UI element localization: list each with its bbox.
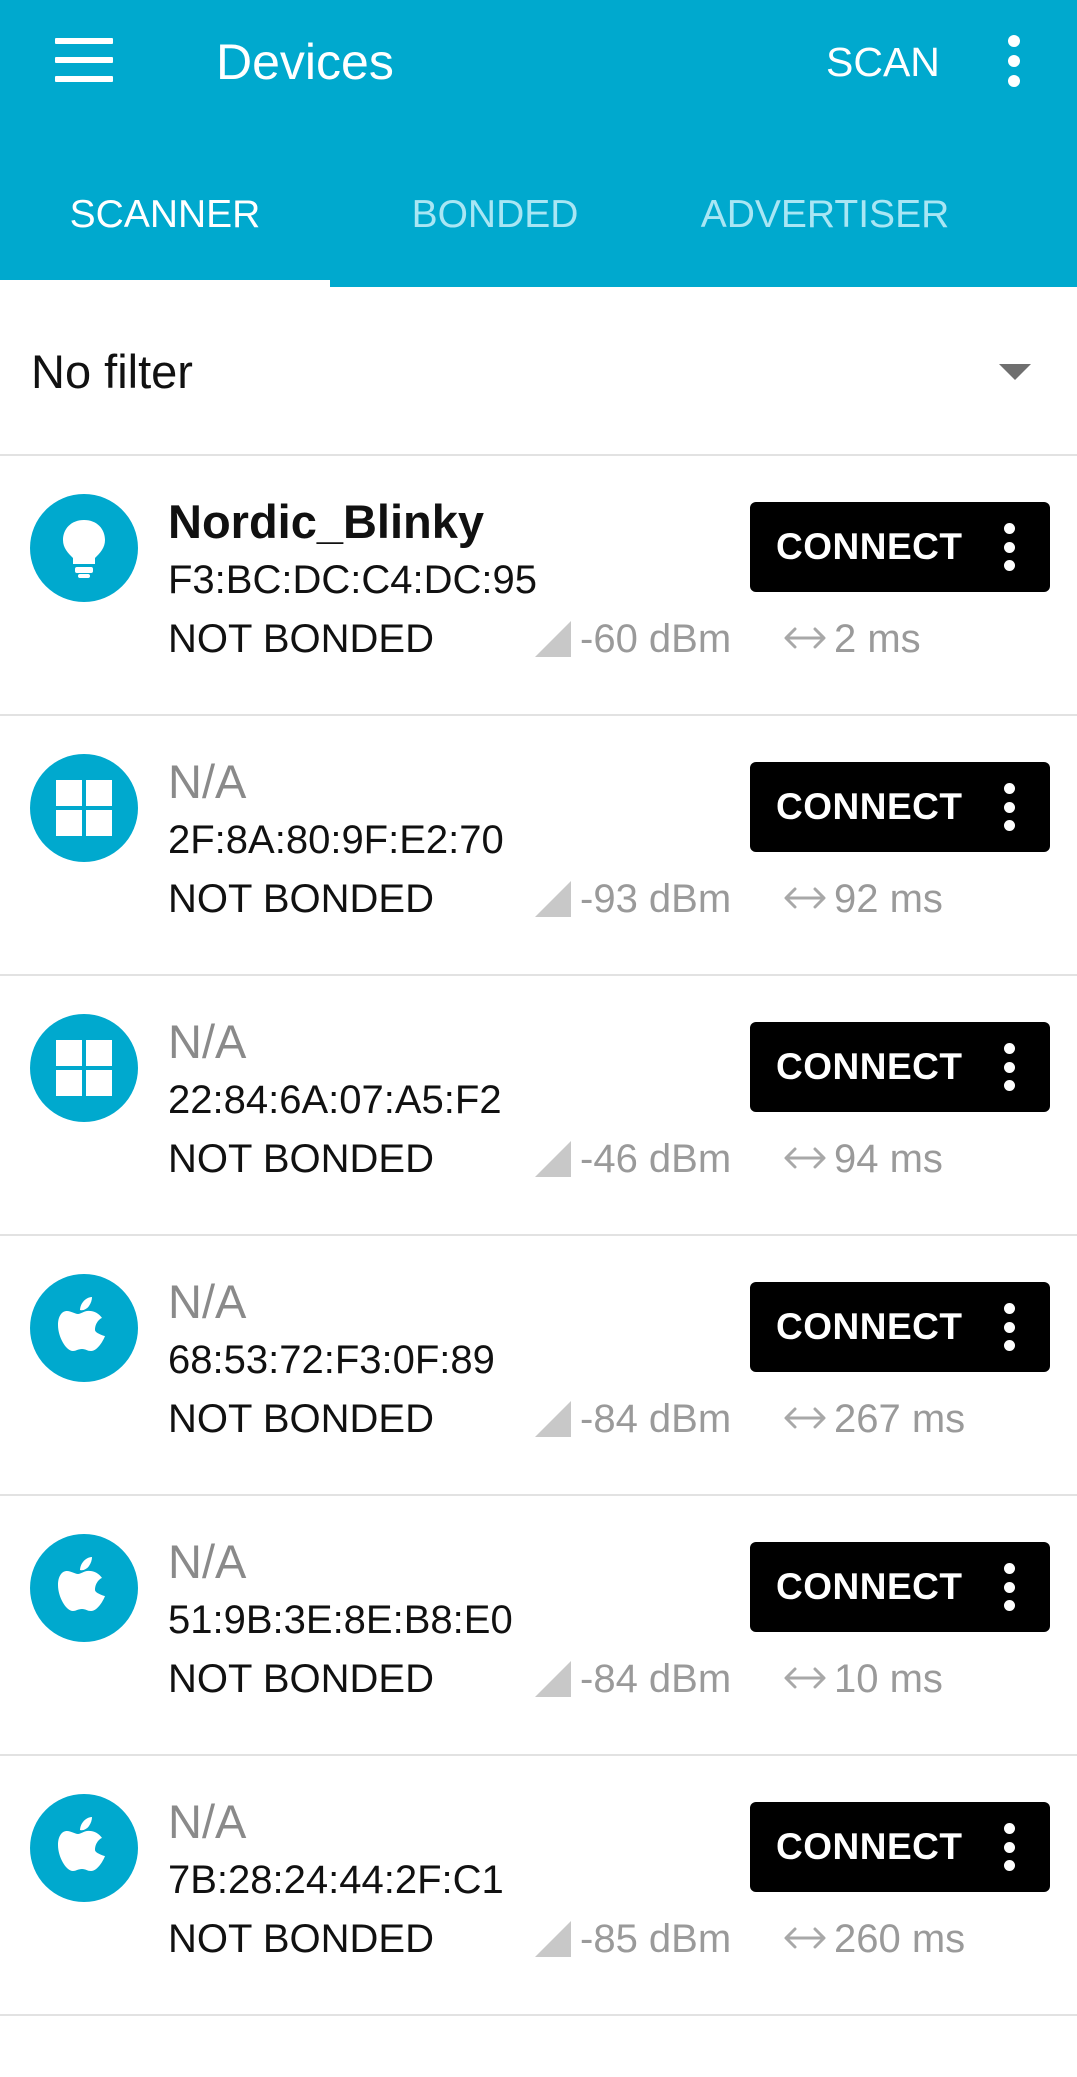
device-name: N/A [168,755,247,808]
device-more-icon[interactable] [1003,523,1015,571]
active-tab-indicator [0,280,330,287]
device-row[interactable]: N/A 68:53:72:F3:0F:89 NOT BONDED -84 dBm 267… [0,1236,1077,1496]
signal-strength-icon [535,621,571,657]
connect-label: CONNECT [776,786,963,827]
signal-strength-icon [535,1661,571,1697]
device-address: 22:84:6A:07:A5:F2 [168,1078,502,1122]
connect-button[interactable]: CONNECT [750,502,1050,592]
filter-dropdown[interactable]: No filter [0,287,1077,456]
interval-arrows-icon [784,1407,826,1429]
device-more-icon[interactable] [1003,783,1015,831]
signal-strength-icon [535,1401,571,1437]
rssi-value: -46 dBm [580,1137,732,1181]
scan-button[interactable]: SCAN [826,34,940,90]
device-address: 2F:8A:80:9F:E2:70 [168,818,504,862]
device-name: N/A [168,1795,247,1848]
bond-status: NOT BONDED [168,1137,434,1181]
bond-status: NOT BONDED [168,1397,434,1441]
device-name: Nordic_Blinky [168,495,485,548]
advertising-interval: 2 ms [834,617,921,661]
filter-label: No filter [31,345,193,398]
device-more-icon[interactable] [1003,1563,1015,1611]
connect-label: CONNECT [776,1566,963,1607]
interval-arrows-icon [784,1667,826,1689]
device-row[interactable]: N/A 51:9B:3E:8E:B8:E0 NOT BONDED -84 dBm 10 … [0,1496,1077,1756]
connect-button[interactable]: CONNECT [750,762,1050,852]
connect-label: CONNECT [776,1046,963,1087]
device-row[interactable]: N/A 22:84:6A:07:A5:F2 NOT BONDED -46 dBm 94 … [0,976,1077,1236]
connect-button[interactable]: CONNECT [750,1542,1050,1632]
advertising-interval: 94 ms [834,1137,943,1181]
rssi-value: -85 dBm [580,1917,732,1961]
bond-status: NOT BONDED [168,877,434,921]
windows-icon [30,1014,138,1122]
menu-icon[interactable] [55,38,113,82]
windows-icon [30,754,138,862]
connect-button[interactable]: CONNECT [750,1282,1050,1372]
apple-icon [30,1534,138,1642]
advertising-interval: 10 ms [834,1657,943,1701]
device-name: N/A [168,1535,247,1588]
tab-bonded[interactable]: BONDED [330,185,660,245]
device-address: 68:53:72:F3:0F:89 [168,1338,495,1382]
device-address: F3:BC:DC:C4:DC:95 [168,558,537,602]
connect-label: CONNECT [776,1826,963,1867]
connect-label: CONNECT [776,526,963,567]
rssi-value: -84 dBm [580,1397,732,1441]
interval-arrows-icon [784,627,826,649]
dropdown-arrow-icon [999,364,1031,380]
bond-status: NOT BONDED [168,1657,434,1701]
device-address: 51:9B:3E:8E:B8:E0 [168,1598,513,1642]
advertising-interval: 260 ms [834,1917,966,1961]
page-title: Devices [216,34,394,90]
device-more-icon[interactable] [1003,1823,1015,1871]
advertising-interval: 267 ms [834,1397,966,1441]
app-bar: Devices SCAN SCANNER BONDED ADVERTISER [0,0,1077,287]
apple-icon [30,1794,138,1902]
rssi-value: -84 dBm [580,1657,732,1701]
device-name: N/A [168,1015,247,1068]
device-more-icon[interactable] [1003,1043,1015,1091]
overflow-menu-icon[interactable] [999,35,1029,87]
connect-button[interactable]: CONNECT [750,1802,1050,1892]
apple-icon [30,1274,138,1382]
tab-advertiser[interactable]: ADVERTISER [660,185,990,245]
bond-status: NOT BONDED [168,617,434,661]
bond-status: NOT BONDED [168,1917,434,1961]
connect-label: CONNECT [776,1306,963,1347]
rssi-value: -93 dBm [580,877,732,921]
rssi-value: -60 dBm [580,617,732,661]
advertising-interval: 92 ms [834,877,943,921]
device-row[interactable]: N/A 7B:28:24:44:2F:C1 NOT BONDED -85 dBm 260… [0,1756,1077,2016]
interval-arrows-icon [784,1927,826,1949]
tab-scanner[interactable]: SCANNER [0,185,330,245]
device-name: N/A [168,1275,247,1328]
device-row[interactable]: Nordic_Blinky F3:BC:DC:C4:DC:95 NOT BONDED… [0,456,1077,716]
device-address: 7B:28:24:44:2F:C1 [168,1858,504,1902]
signal-strength-icon [535,1141,571,1177]
interval-arrows-icon [784,887,826,909]
lightbulb-icon [30,494,138,602]
device-more-icon[interactable] [1003,1303,1015,1351]
signal-strength-icon [535,881,571,917]
signal-strength-icon [535,1921,571,1957]
connect-button[interactable]: CONNECT [750,1022,1050,1112]
device-row[interactable]: N/A 2F:8A:80:9F:E2:70 NOT BONDED -93 dBm 92 … [0,716,1077,976]
interval-arrows-icon [784,1147,826,1169]
